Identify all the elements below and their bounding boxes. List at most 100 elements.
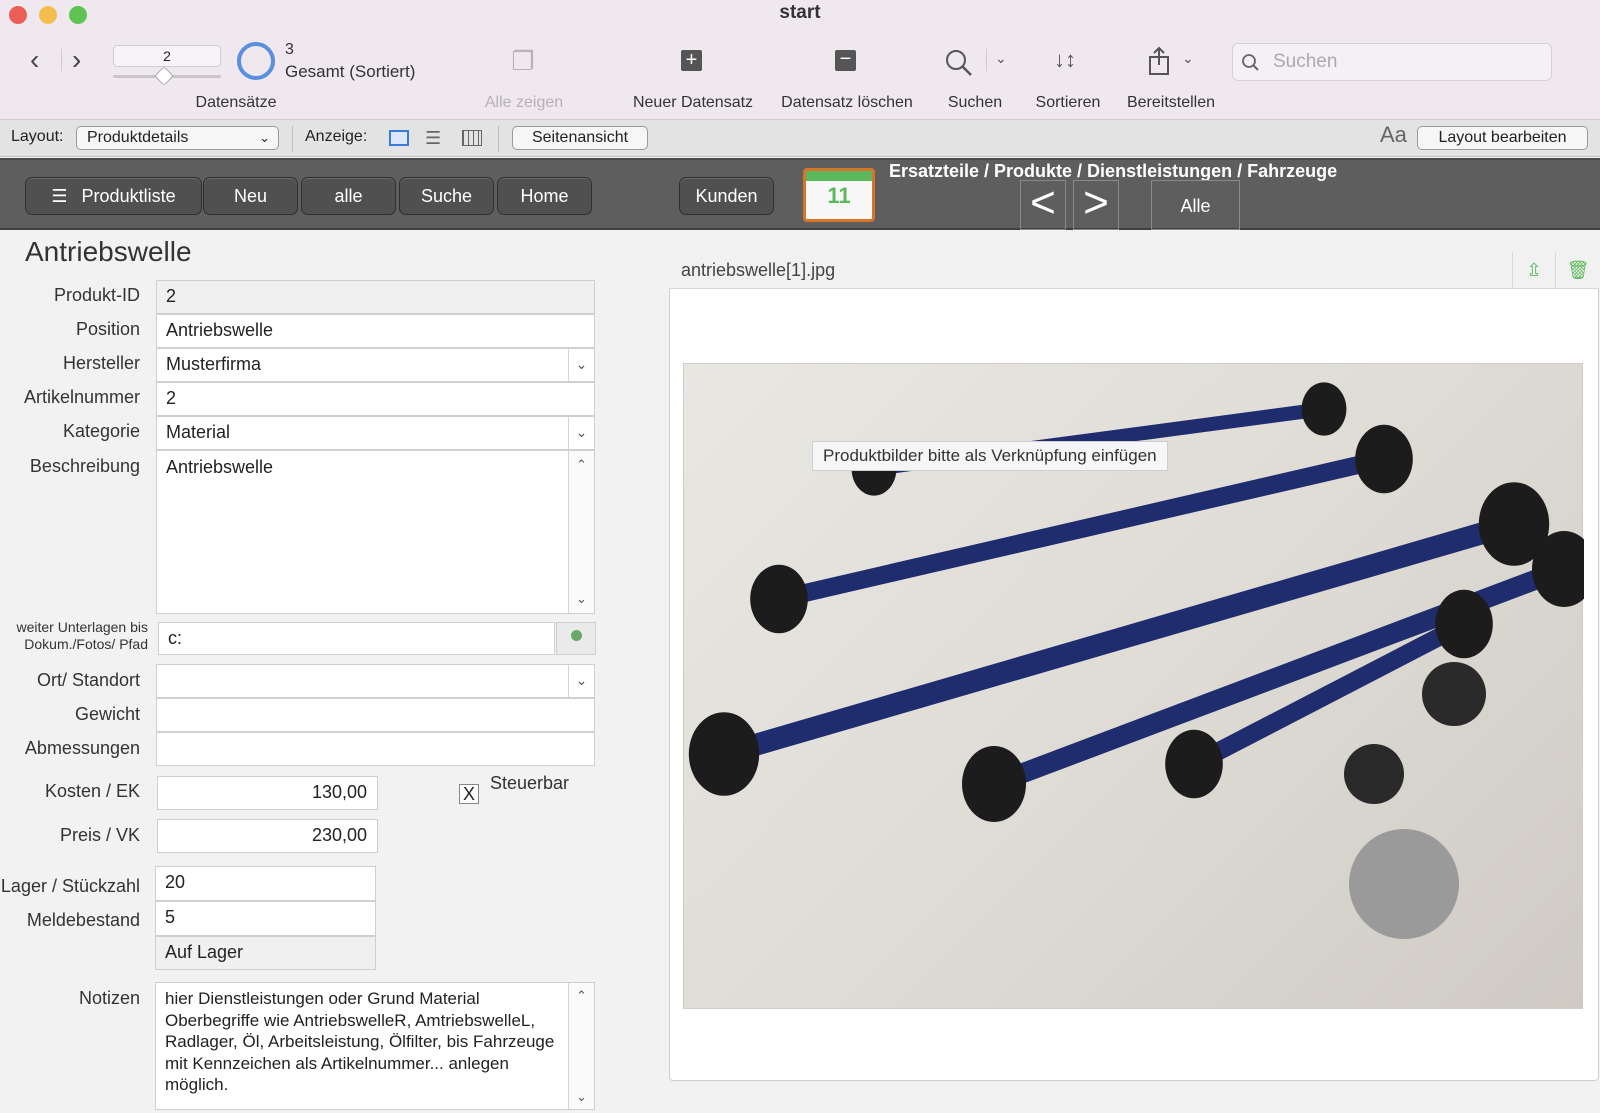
form-view-icon[interactable]	[389, 130, 409, 146]
chevron-down-icon[interactable]: ⌄	[568, 417, 594, 449]
cv-joint	[1422, 662, 1486, 726]
lager-label: Lager / Stückzahl	[0, 876, 140, 896]
calendar-header	[806, 171, 872, 181]
kategorie-label: Kategorie	[62, 421, 140, 441]
gewicht-field[interactable]	[156, 698, 595, 732]
chevron-down-icon: ⌄	[259, 130, 270, 145]
found-set-pie-icon	[237, 42, 275, 80]
scroll-down-icon[interactable]: ⌄	[569, 1086, 594, 1108]
sort-icon[interactable]: ↓↕	[1054, 47, 1076, 73]
search-button[interactable]: Suchen	[935, 94, 1015, 112]
show-all-icon[interactable]: ❐	[505, 46, 541, 77]
open-path-button[interactable]	[556, 622, 596, 655]
pin-icon	[570, 630, 582, 641]
image-filename: antriebswelle[1].jpg	[681, 260, 836, 280]
notizen-value: hier Dienstleistungen oder Grund Materia…	[165, 989, 555, 1094]
font-size-icon[interactable]: Aa	[1380, 122, 1407, 148]
found-count: 3	[285, 41, 294, 58]
position-field[interactable]: Antriebswelle	[156, 314, 595, 348]
search-nav-button[interactable]: Suche	[399, 177, 494, 215]
produkt-id-field[interactable]: 2	[156, 280, 595, 314]
hersteller-value: Musterfirma	[166, 354, 262, 374]
kosten-label: Kosten / EK	[44, 781, 140, 801]
next-record-icon[interactable]: ›	[72, 44, 81, 76]
meldebestand-field[interactable]: 5	[155, 901, 376, 936]
trash-icon[interactable]: 🗑	[1566, 260, 1590, 282]
search-options-chevron-icon[interactable]: ⌄	[995, 50, 1007, 67]
beschreibung-value: Antriebswelle	[166, 457, 274, 477]
layoutbar-divider	[292, 126, 293, 152]
steuerbar-checkbox[interactable]: X	[459, 784, 479, 804]
notizen-label: Notizen	[78, 988, 140, 1008]
share-button[interactable]: Bereitstellen	[1117, 94, 1225, 112]
steuerbar-label: Steuerbar	[490, 773, 570, 793]
found-status: Gesamt (Sortiert)	[285, 62, 416, 81]
abmessungen-field[interactable]	[156, 732, 595, 766]
delete-record-button[interactable]: Datensatz löschen	[770, 94, 924, 112]
all-button[interactable]: alle	[301, 177, 396, 215]
next-arrow-button[interactable]: >	[1073, 180, 1119, 230]
search-field[interactable]: Suchen	[1232, 43, 1552, 81]
share-icon[interactable]	[1147, 46, 1171, 76]
beschreibung-scrollbar[interactable]: ⌃ ⌄	[568, 451, 594, 613]
artikelnummer-field[interactable]: 2	[156, 382, 595, 416]
beschreibung-textarea[interactable]: Antriebswelle ⌃ ⌄	[156, 450, 595, 614]
kosten-field[interactable]: 130,00	[157, 776, 378, 810]
position-label: Position	[75, 319, 140, 339]
previous-arrow-button[interactable]: <	[1020, 180, 1066, 230]
export-icon[interactable]: ⇫	[1522, 260, 1546, 282]
sort-button[interactable]: Sortieren	[1028, 94, 1108, 112]
hersteller-dropdown[interactable]: Musterfirma ⌄	[156, 348, 595, 382]
list-view-icon[interactable]: ☰	[425, 128, 441, 149]
standort-dropdown[interactable]: ⌄	[156, 664, 595, 698]
notizen-scrollbar[interactable]: ⌃ ⌄	[568, 983, 594, 1109]
beschreibung-label: Beschreibung	[29, 456, 140, 476]
preis-field[interactable]: 230,00	[157, 819, 378, 853]
scroll-up-icon[interactable]: ⌃	[569, 985, 594, 1007]
records-label: Datensätze	[195, 94, 277, 111]
list-icon: ☰	[51, 186, 68, 206]
customers-button[interactable]: Kunden	[679, 177, 774, 215]
calendar-icon[interactable]: 11	[803, 168, 875, 222]
gewicht-label: Gewicht	[74, 704, 140, 724]
delete-record-icon[interactable]: −	[835, 49, 856, 71]
search-icon[interactable]	[944, 48, 974, 78]
lager-field[interactable]: 20	[155, 866, 376, 901]
new-record-button[interactable]: Neuer Datensatz	[620, 94, 766, 112]
cv-boot	[1435, 589, 1493, 659]
toolbar-divider	[61, 49, 62, 71]
scroll-up-icon[interactable]: ⌃	[569, 453, 594, 477]
all-filter-button[interactable]: Alle	[1151, 180, 1240, 230]
previous-record-icon[interactable]: ‹	[30, 44, 39, 76]
chevron-down-icon[interactable]: ⌄	[568, 665, 594, 697]
kategorie-dropdown[interactable]: Material ⌄	[156, 416, 595, 450]
record-number-input[interactable]: 2	[113, 45, 221, 67]
chevron-down-icon[interactable]: ⌄	[568, 349, 594, 381]
new-button[interactable]: Neu	[203, 177, 298, 215]
window-title: start	[779, 2, 821, 23]
meldebestand-label: Meldebestand	[26, 910, 140, 930]
pfad-field[interactable]: c:	[158, 622, 555, 655]
cv-joint	[1349, 829, 1459, 939]
scroll-down-icon[interactable]: ⌄	[569, 587, 594, 611]
product-list-button[interactable]: ☰ Produktliste	[25, 177, 202, 215]
calendar-day: 11	[827, 183, 851, 208]
edit-layout-button[interactable]: Layout bearbeiten	[1417, 126, 1588, 150]
breadcrumb: Ersatzteile / Produkte / Dienstleistunge…	[889, 161, 1338, 181]
table-view-icon[interactable]	[462, 130, 482, 146]
notizen-textarea[interactable]: hier Dienstleistungen oder Grund Materia…	[155, 982, 595, 1110]
cv-boot	[962, 746, 1026, 822]
share-options-chevron-icon[interactable]: ⌄	[1182, 50, 1194, 67]
home-button[interactable]: Home	[497, 177, 592, 215]
show-all-button[interactable]: Alle zeigen	[466, 94, 582, 112]
image-tooltip: Produktbilder bitte als Verknüpfung einf…	[812, 441, 1168, 471]
preview-button[interactable]: Seitenansicht	[512, 126, 648, 150]
layout-select[interactable]: Produktdetails ⌄	[76, 126, 279, 150]
new-record-icon[interactable]: +	[681, 50, 702, 71]
view-label: Anzeige:	[305, 128, 368, 145]
stock-status-field: Auf Lager	[155, 936, 376, 970]
pfad-label: weiter Unterlagen bis Dokum./Fotos/ Pfad	[0, 619, 148, 653]
search-field-placeholder: Suchen	[1273, 51, 1338, 72]
cv-boot	[1355, 424, 1413, 494]
search-field-icon	[1242, 54, 1259, 71]
